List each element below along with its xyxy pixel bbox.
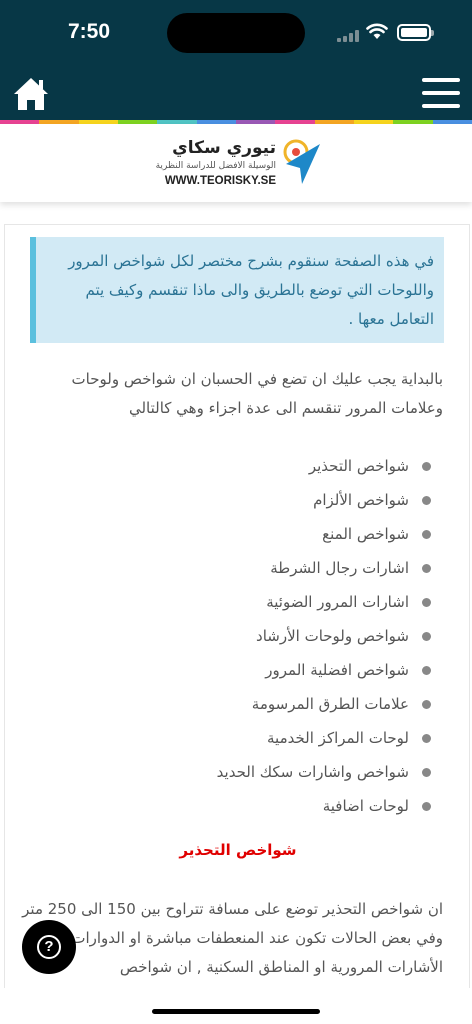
hamburger-menu-icon[interactable] xyxy=(422,78,460,108)
logo-title[interactable]: تيوري سكاي xyxy=(168,138,276,158)
app-header: 7:50 xyxy=(0,0,472,120)
article-content: في هذه الصفحة سنقوم بشرح مختصر لكل شواخص… xyxy=(4,224,470,988)
sign-categories-list: شواخص التحذير شواخص الألزام شواخص المنع … xyxy=(25,451,433,825)
list-item: شواخص افضلية المرور xyxy=(25,655,433,689)
list-item: لوحات اضافية xyxy=(25,791,433,825)
list-item: اشارات المرور الضوئية xyxy=(25,587,433,621)
intro-paragraph: بالبداية يجب عليك ان تضع في الحسبان ان ش… xyxy=(71,370,443,417)
list-item: شواخص الألزام xyxy=(25,485,433,519)
logo-tagline: الوسيلة الافضل للدراسة النظرية xyxy=(155,161,276,171)
help-button[interactable]: ? xyxy=(22,920,76,974)
section-paragraph: ان شواخص التحذير توضع على مسافة تتراوح ب… xyxy=(22,900,443,976)
wifi-icon xyxy=(366,23,388,39)
section-title: شواخص التحذير xyxy=(179,841,297,859)
cellular-signal-icon xyxy=(337,30,361,42)
list-item: شواخص ولوحات الأرشاد xyxy=(25,621,433,655)
list-item: شواخص واشارات سكك الحديد xyxy=(25,757,433,791)
question-icon: ? xyxy=(37,935,61,959)
list-item: شواخص المنع xyxy=(25,519,433,553)
logo-url: WWW.TEORISKY.SE xyxy=(164,175,276,187)
list-item: لوحات المراكز الخدمية xyxy=(25,723,433,757)
logo-bar: تيوري سكاي الوسيلة الافضل للدراسة النظري… xyxy=(0,124,472,202)
home-indicator[interactable] xyxy=(152,1009,320,1014)
list-item: اشارات رجال الشرطة xyxy=(25,553,433,587)
info-alert: في هذه الصفحة سنقوم بشرح مختصر لكل شواخص… xyxy=(30,237,444,343)
battery-icon xyxy=(397,24,434,41)
logo-pin-icon xyxy=(283,139,320,184)
status-time: 7:50 xyxy=(68,20,111,43)
list-item: شواخص التحذير xyxy=(25,451,433,485)
list-item: علامات الطرق المرسومة xyxy=(25,689,433,723)
home-icon[interactable] xyxy=(12,76,50,112)
dynamic-island xyxy=(167,13,305,53)
